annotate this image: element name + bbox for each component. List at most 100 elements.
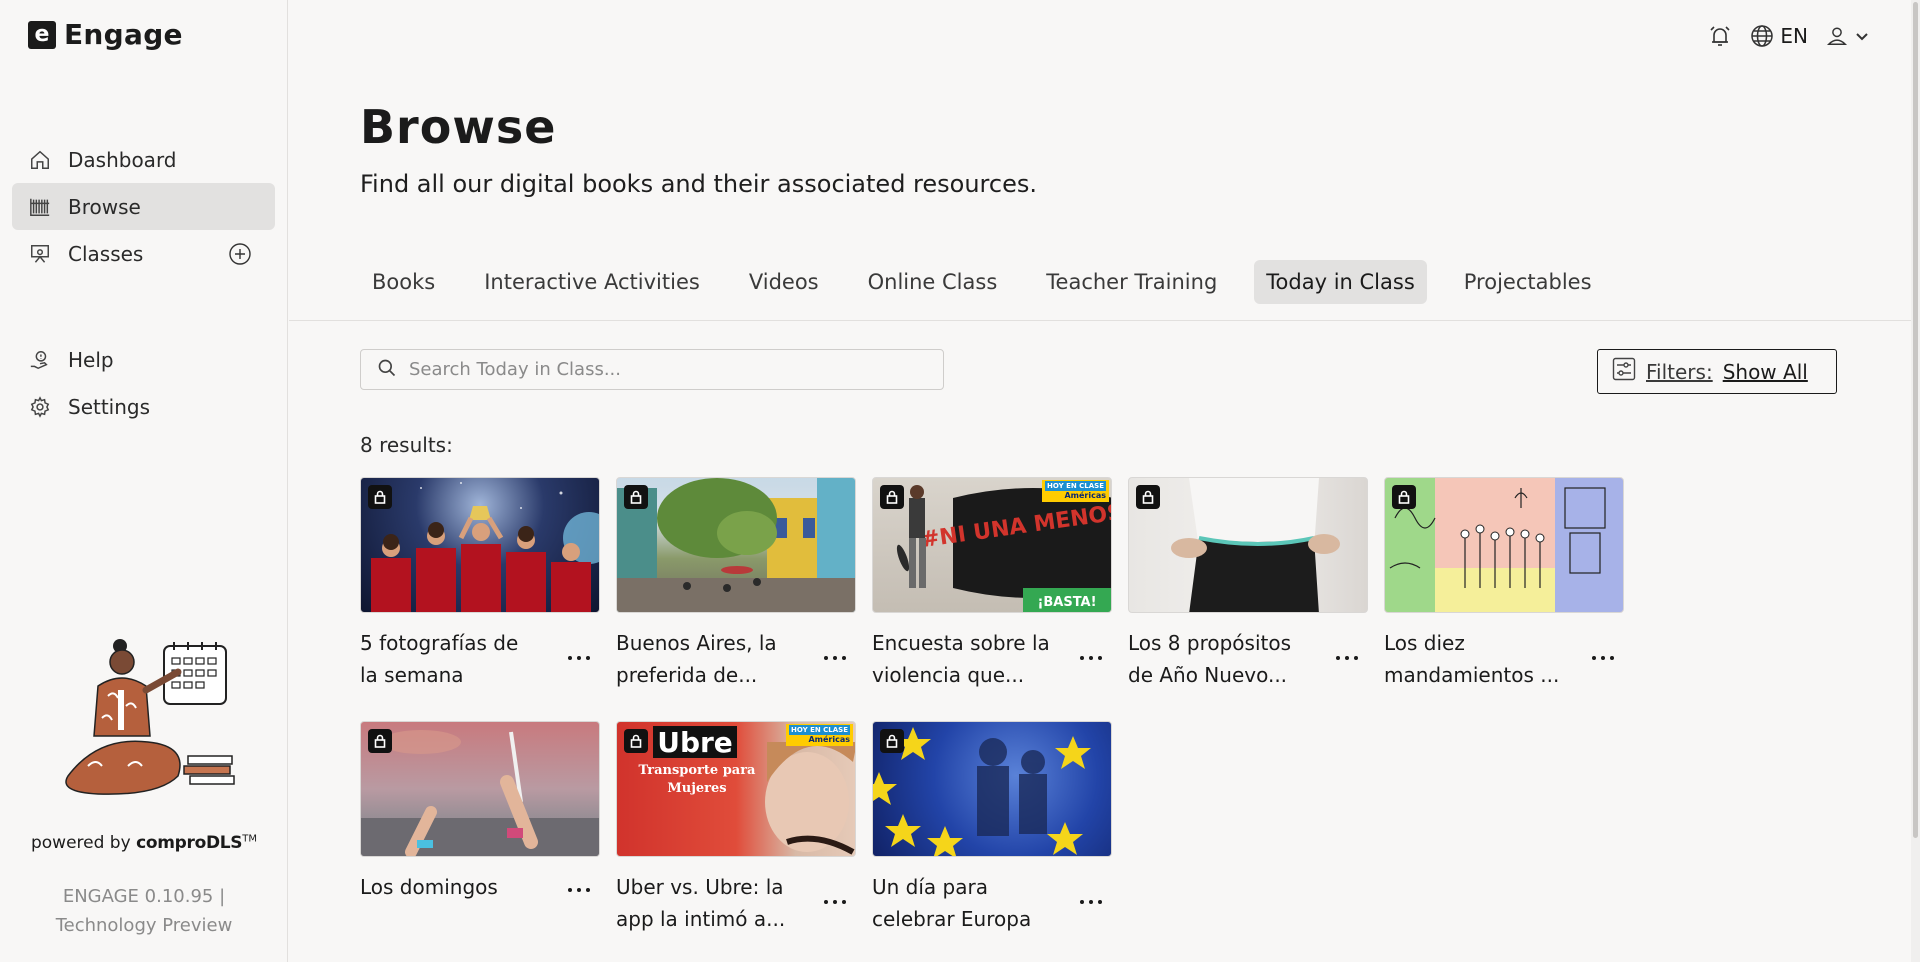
lock-icon xyxy=(1392,485,1416,509)
app-name: Engage xyxy=(64,18,183,51)
card-thumbnail[interactable]: Ubre Transporte para Mujeres HOY EN CLAS… xyxy=(616,721,856,857)
badge-line: Américas xyxy=(1064,491,1106,500)
lock-icon xyxy=(368,729,392,753)
sidebar-item-label: Dashboard xyxy=(68,147,177,172)
tab-online-class[interactable]: Online Class xyxy=(856,260,1010,304)
card-title-line: mandamientos ... xyxy=(1384,663,1560,687)
resource-card[interactable]: Ubre Transporte para Mujeres HOY EN CLAS… xyxy=(616,721,856,935)
powered-by-prefix: powered by xyxy=(30,833,131,853)
trademark-mark: TM xyxy=(242,833,258,845)
sidebar-item-help[interactable]: Help xyxy=(12,336,275,383)
classroom-icon xyxy=(28,242,52,266)
lock-icon xyxy=(1136,485,1160,509)
add-class-icon[interactable] xyxy=(228,242,252,271)
card-title[interactable]: Buenos Aires, la preferida de... xyxy=(616,627,816,691)
resource-card[interactable]: Los domingos xyxy=(360,721,600,903)
more-options-icon[interactable] xyxy=(568,654,590,662)
tab-books[interactable]: Books xyxy=(360,260,447,304)
card-title-line: Buenos Aires, la xyxy=(616,631,777,655)
globe-icon xyxy=(1750,24,1774,48)
alarm-bell-icon[interactable] xyxy=(1708,24,1732,48)
search-input[interactable] xyxy=(409,359,929,380)
chevron-down-icon xyxy=(1854,28,1870,44)
card-title-line: Uber vs. Ubre: la xyxy=(616,875,784,899)
resource-card[interactable]: #NI UNA MENOS ¡BASTA! HOY EN CLASE Améric… xyxy=(872,477,1112,691)
card-title[interactable]: Encuesta sobre la violencia que... xyxy=(872,627,1072,691)
card-title[interactable]: Los domingos xyxy=(360,871,560,903)
sidebar-item-settings[interactable]: Settings xyxy=(12,383,275,430)
lock-icon xyxy=(880,729,904,753)
filters-button[interactable]: Filters: Show All xyxy=(1597,349,1837,394)
secondary-nav: Help Settings xyxy=(12,336,275,430)
card-title[interactable]: Uber vs. Ubre: la app la intimó a... xyxy=(616,871,816,935)
card-title-line: violencia que... xyxy=(872,663,1025,687)
card-title-line: 5 fotografías de xyxy=(360,631,519,655)
resource-card[interactable]: Buenos Aires, la preferida de... xyxy=(616,477,856,691)
tabs-divider xyxy=(289,320,1920,321)
version-line: ENGAGE 0.10.95 | xyxy=(62,886,226,907)
resource-card[interactable]: Un día para celebrar Europa xyxy=(872,721,1112,935)
more-options-icon[interactable] xyxy=(824,654,846,662)
resource-card[interactable]: Los diez mandamientos ... xyxy=(1384,477,1624,691)
tab-teacher-training[interactable]: Teacher Training xyxy=(1034,260,1229,304)
page-subtitle: Find all our digital books and their ass… xyxy=(360,170,1037,198)
language-code: EN xyxy=(1780,24,1808,48)
tab-interactive-activities[interactable]: Interactive Activities xyxy=(472,260,712,304)
hoy-en-clase-badge: HOY EN CLASE Américas xyxy=(786,724,853,746)
more-options-icon[interactable] xyxy=(568,886,590,894)
ubre-overlay-title: Ubre xyxy=(657,726,733,759)
sidebar-item-classes[interactable]: Classes xyxy=(12,230,275,277)
card-title-line: Encuesta sobre la xyxy=(872,631,1050,655)
page-scrollbar[interactable] xyxy=(1911,0,1920,962)
resource-card[interactable]: Los 8 propósitos de Año Nuevo... xyxy=(1128,477,1368,691)
card-thumbnail[interactable] xyxy=(872,721,1112,857)
card-thumbnail[interactable] xyxy=(360,721,600,857)
card-title[interactable]: Los 8 propósitos de Año Nuevo... xyxy=(1128,627,1328,691)
gear-icon xyxy=(28,395,52,419)
powered-by: powered by comproDLSTM xyxy=(0,833,288,853)
more-options-icon[interactable] xyxy=(1080,898,1102,906)
primary-nav: Dashboard Browse Classes xyxy=(12,136,275,277)
card-title-line: de Año Nuevo... xyxy=(1128,663,1288,687)
tab-videos[interactable]: Videos xyxy=(737,260,831,304)
tab-projectables[interactable]: Projectables xyxy=(1452,260,1604,304)
badge-line: HOY EN CLASE xyxy=(789,725,850,735)
lock-icon xyxy=(624,729,648,753)
search-box xyxy=(360,349,944,390)
sidebar-item-label: Browse xyxy=(68,194,141,219)
card-thumbnail[interactable] xyxy=(1384,477,1624,613)
ubre-overlay-sub: Transporte para xyxy=(639,763,757,778)
more-options-icon[interactable] xyxy=(1080,654,1102,662)
language-selector[interactable]: EN xyxy=(1750,24,1808,48)
corner-text: ¡BASTA! xyxy=(1037,595,1096,610)
sidebar-item-label: Help xyxy=(68,347,114,372)
badge-line: Américas xyxy=(808,735,850,744)
page-title: Browse xyxy=(360,100,557,154)
app-logo[interactable]: e Engage xyxy=(28,18,183,51)
card-title[interactable]: 5 fotografías de la semana xyxy=(360,627,560,691)
card-thumbnail[interactable] xyxy=(1128,477,1368,613)
card-title-line: celebrar Europa xyxy=(872,907,1032,931)
tab-today-in-class[interactable]: Today in Class xyxy=(1254,260,1427,304)
filters-label: Filters: xyxy=(1646,359,1713,384)
card-title[interactable]: Los diez mandamientos ... xyxy=(1384,627,1584,691)
card-title-line: Los domingos xyxy=(360,875,498,899)
card-thumbnail[interactable] xyxy=(616,477,856,613)
sidebar-item-browse[interactable]: Browse xyxy=(12,183,275,230)
sidebar-item-label: Classes xyxy=(68,241,144,266)
more-options-icon[interactable] xyxy=(824,898,846,906)
card-thumbnail[interactable]: #NI UNA MENOS ¡BASTA! HOY EN CLASE Améric… xyxy=(872,477,1112,613)
lock-icon xyxy=(880,485,904,509)
resource-card[interactable]: 5 fotografías de la semana xyxy=(360,477,600,691)
ubre-overlay-sub: Mujeres xyxy=(667,781,726,796)
filter-sliders-icon xyxy=(1612,357,1636,386)
more-options-icon[interactable] xyxy=(1592,654,1614,662)
engage-logo-icon: e xyxy=(28,20,56,49)
scrollbar-thumb[interactable] xyxy=(1913,2,1918,838)
card-title[interactable]: Un día para celebrar Europa xyxy=(872,871,1072,935)
card-thumbnail[interactable] xyxy=(360,477,600,613)
user-menu[interactable] xyxy=(1826,25,1870,47)
bookshelf-icon xyxy=(28,195,52,219)
sidebar-item-dashboard[interactable]: Dashboard xyxy=(12,136,275,183)
more-options-icon[interactable] xyxy=(1336,654,1358,662)
